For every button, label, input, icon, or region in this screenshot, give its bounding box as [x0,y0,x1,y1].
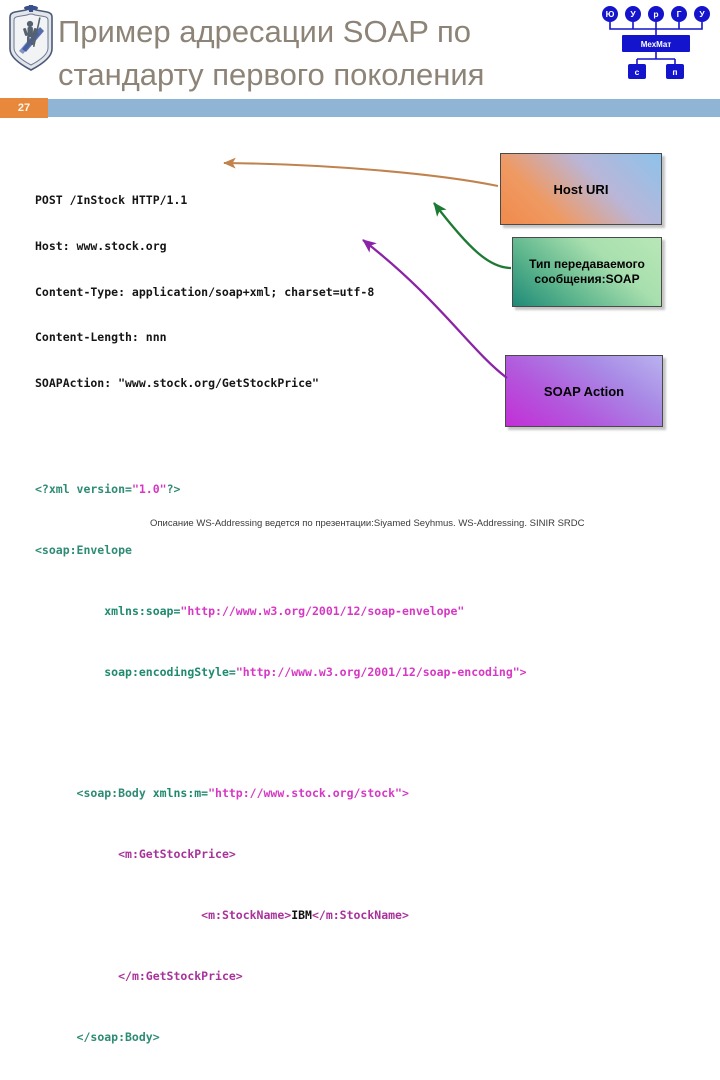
code-line-blank-1 [35,421,505,436]
code-line-stockname: <m:StockName>IBM</m:StockName> [35,908,505,923]
svg-text:Г: Г [677,9,682,19]
code-line-encoding-style: soap:encodingStyle="http://www.w3.org/20… [35,664,526,680]
soap-body-close-tag: </soap:Body> [76,1029,160,1044]
code-line-content-type: Content-Type: application/soap+xml; char… [35,284,375,299]
xmlns-soap-attr: xmlns:soap= [104,603,181,618]
code-line-host: Host: www.stock.org [35,239,167,254]
callout-soap-action: SOAP Action [505,355,663,427]
code-line-xmlns-soap: xmlns:soap="http://www.w3.org/2001/12/so… [35,604,505,619]
org-diagram: Ю У р Г У МехМат с п [596,2,716,80]
page-title-line-1: Пример адресации SOAP по [58,14,472,49]
stockname-value: IBM [291,907,312,922]
code-line-content-length: Content-Length: nnn [35,330,167,345]
xml-decl-value: "1.0" [131,482,167,497]
xmlns-m-value: "http://www.stock.org/stock"> [208,786,409,801]
callout-message-type-label-line-1: Тип передаваемого [529,257,645,271]
code-line-xml-decl: <?xml version="1.0"?> [35,482,505,497]
callout-host-uri: Host URI [500,153,662,225]
code-line-getstockprice-open: <m:GetStockPrice> [35,847,505,862]
encoding-style-value: "http://www.w3.org/2001/12/soap-encoding… [235,664,527,679]
code-line-post: POST /InStock HTTP/1.1 [35,193,188,208]
xmlns-soap-value: "http://www.w3.org/2001/12/soap-envelope… [180,603,465,618]
svg-text:У: У [699,9,705,19]
slide-number-badge: 27 [0,98,48,118]
header-divider-bar [48,99,720,117]
callout-host-uri-label: Host URI [553,181,609,197]
code-line-blank-2 [35,726,505,741]
svg-text:р: р [653,9,658,19]
encoding-style-attr: soap:encodingStyle= [104,664,236,679]
callout-soap-action-label: SOAP Action [543,383,625,399]
stockname-close-tag: </m:StockName> [311,907,409,922]
code-line-getstockprice-close: </m:GetStockPrice> [35,969,505,984]
svg-text:с: с [635,67,640,77]
code-line-envelope-open: <soap:Envelope [35,543,132,558]
soap-request-code-block: POST /InStock HTTP/1.1 Host: www.stock.o… [35,163,527,1080]
page-title: Пример адресации SOAP по стандарту перво… [58,10,658,96]
getstockprice-close-tag: </m:GetStockPrice> [118,968,243,983]
getstockprice-open-tag: <m:GetStockPrice> [118,847,236,862]
footer-attribution: Описание WS-Addressing ведется по презен… [150,518,585,529]
code-line-body-open: <soap:Body xmlns:m="http://www.stock.org… [35,786,505,801]
code-line-soapaction: SOAPAction: "www.stock.org/GetStockPrice… [35,375,319,390]
soap-body-tag: <soap:Body [76,786,153,801]
xml-decl-open: <?xml version= [35,482,132,497]
susu-coat-of-arms-logo [6,5,56,73]
callout-message-type-label-line-2: сообщения:SOAP [534,272,640,286]
callout-message-type-text: Тип передаваемого сообщения:SOAP [529,257,645,287]
svg-text:Ю: Ю [606,9,615,19]
stockname-open-tag: <m:StockName> [201,907,292,922]
page-title-line-2: стандарту первого поколения [58,57,485,92]
xmlns-m-attr: xmlns:m= [152,786,209,801]
xml-decl-close: ?> [166,482,181,497]
code-line-body-close: </soap:Body> [35,1030,505,1045]
svg-text:У: У [630,9,636,19]
svg-text:МехМат: МехМат [641,40,672,49]
callout-message-type: Тип передаваемого сообщения:SOAP [512,237,662,307]
svg-text:п: п [672,67,677,77]
